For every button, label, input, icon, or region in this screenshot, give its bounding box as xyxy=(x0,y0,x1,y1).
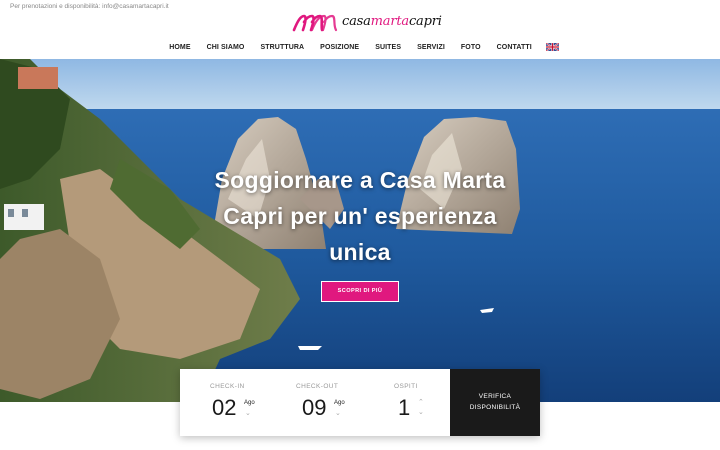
nav-servizi[interactable]: SERVIZI xyxy=(417,44,445,51)
chevron-down-icon[interactable]: ⌄ xyxy=(418,408,424,416)
logo-wordmark: casamartacapri xyxy=(342,14,442,29)
hero-title: Soggiornare a Casa Marta Capri per un' e… xyxy=(214,167,506,265)
checkout-month: Ago xyxy=(334,400,345,406)
chevron-up-icon[interactable]: ⌃ xyxy=(418,398,424,406)
check-availability-button[interactable]: VERIFICA DISPONIBILITÀ xyxy=(450,369,540,436)
nav-home[interactable]: HOME xyxy=(169,44,190,51)
nav-contatti[interactable]: CONTATTI xyxy=(497,44,532,51)
hero-section: Soggiornare a Casa Marta Capri per un' e… xyxy=(0,59,720,402)
checkin-field[interactable]: CHECK-IN 02 Ago ⌄ xyxy=(180,369,270,436)
discover-more-button[interactable]: SCOPRI DI PIÙ xyxy=(321,281,399,302)
logo-m-icon xyxy=(292,14,338,32)
main-nav: HOME CHI SIAMO STRUTTURA POSIZIONE SUITE… xyxy=(0,40,720,54)
nav-posizione[interactable]: POSIZIONE xyxy=(320,44,359,51)
contact-info: Per prenotazioni e disponibilità: info@c… xyxy=(10,3,169,10)
site-logo[interactable]: casamartacapri xyxy=(292,10,442,34)
nav-foto[interactable]: FOTO xyxy=(461,44,481,51)
checkin-day[interactable]: 02 xyxy=(212,395,236,421)
chevron-down-icon[interactable]: ⌄ xyxy=(245,409,251,417)
checkout-day[interactable]: 09 xyxy=(302,395,326,421)
chevron-down-icon[interactable]: ⌄ xyxy=(335,409,341,417)
guests-label: OSPITI xyxy=(394,383,418,390)
nav-struttura[interactable]: STRUTTURA xyxy=(260,44,304,51)
guests-field[interactable]: OSPITI 1 ⌃ ⌄ xyxy=(360,369,450,436)
guests-value[interactable]: 1 xyxy=(398,395,410,421)
nav-suites[interactable]: SUITES xyxy=(375,44,401,51)
checkin-month: Ago xyxy=(244,400,255,406)
nav-chi-siamo[interactable]: CHI SIAMO xyxy=(207,44,245,51)
checkout-label: CHECK-OUT xyxy=(296,383,339,390)
checkin-label: CHECK-IN xyxy=(210,383,245,390)
booking-widget: CHECK-IN 02 Ago ⌄ CHECK-OUT 09 Ago ⌄ OSP… xyxy=(180,369,540,436)
uk-flag-icon[interactable] xyxy=(545,43,559,51)
checkout-field[interactable]: CHECK-OUT 09 Ago ⌄ xyxy=(270,369,360,436)
